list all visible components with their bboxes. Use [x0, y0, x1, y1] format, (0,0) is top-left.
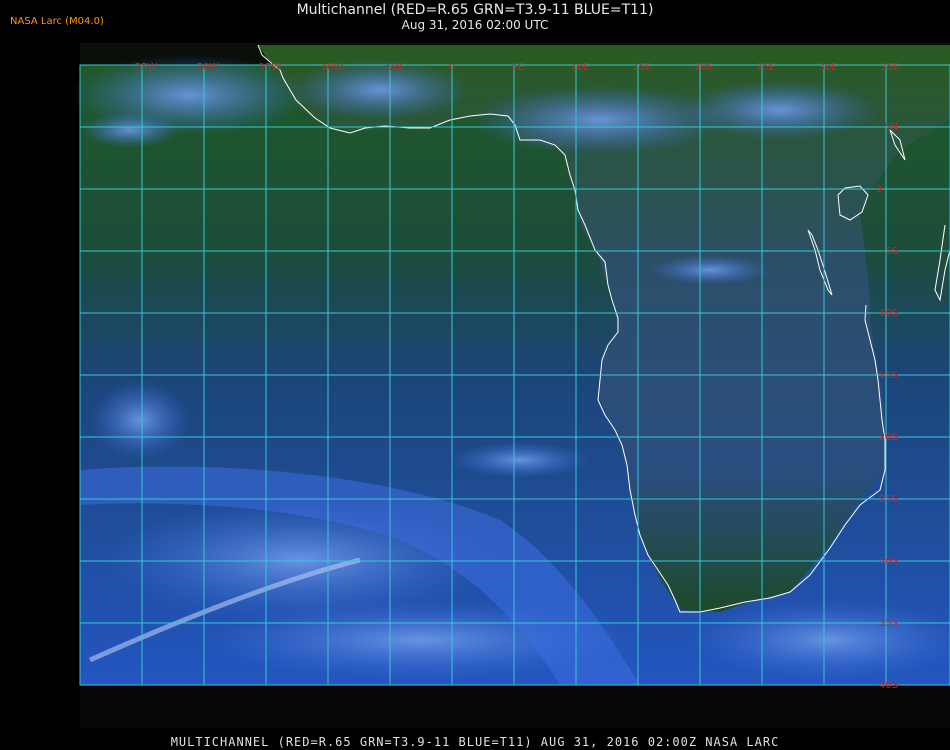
- lon-label: 0: [449, 62, 455, 73]
- lon-label: 5E: [512, 62, 525, 73]
- lower-band: [80, 685, 950, 728]
- lat-label: 25S: [879, 494, 898, 505]
- lon-label: 20E: [694, 62, 713, 73]
- lon-label: 10E: [570, 62, 589, 73]
- lat-label: 15S: [879, 370, 898, 381]
- lon-label: 30E: [818, 62, 837, 73]
- footer-caption: MULTICHANNEL (RED=R.65 GRN=T3.9-11 BLUE=…: [170, 735, 780, 749]
- lon-label: 35E: [880, 62, 899, 73]
- lat-label: 30S: [879, 556, 898, 567]
- lon-label: 20W: [197, 62, 220, 73]
- lon-label: 25E: [756, 62, 775, 73]
- lat-label: 0: [876, 184, 882, 195]
- lat-label: 10S: [879, 308, 898, 319]
- lat-label: 5N: [884, 122, 898, 133]
- satellite-map: 25W 20W 15W 10W 5W 0 5E 10E 15E 20E 25E …: [70, 44, 950, 728]
- lon-label: 5W: [386, 62, 402, 73]
- lat-label: 5S: [885, 246, 898, 257]
- lat-label: 35S: [879, 618, 898, 629]
- lon-label: 25W: [135, 62, 158, 73]
- lon-label: 10W: [321, 62, 344, 73]
- lat-label: 20S: [879, 432, 898, 443]
- lon-label: 15W: [259, 62, 282, 73]
- lon-label: 15E: [632, 62, 651, 73]
- lat-label: 40S: [879, 680, 898, 691]
